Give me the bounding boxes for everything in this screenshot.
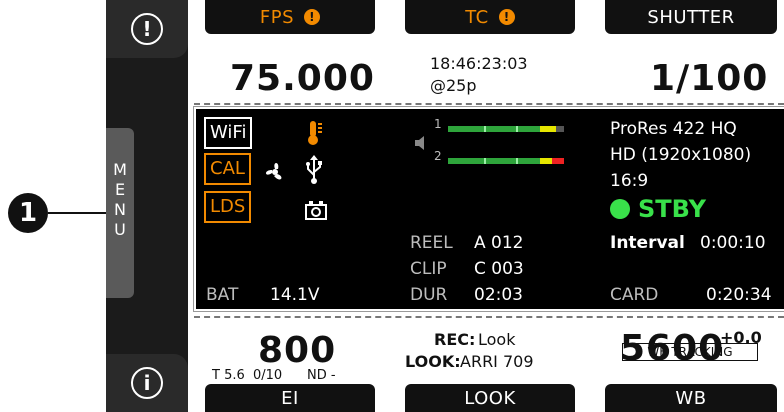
tc-pill[interactable]: TC !	[405, 0, 575, 34]
dur-value: 02:03	[474, 285, 523, 305]
lds-badge: LDS	[204, 191, 252, 223]
audio-meter-2	[448, 158, 540, 164]
look-button[interactable]: LOOK	[405, 384, 575, 412]
tc-label: TC	[465, 6, 489, 28]
ei-value: 800	[258, 330, 337, 371]
dur-label: DUR	[410, 285, 448, 305]
meter-tick	[484, 158, 486, 164]
cal-badge: CAL	[204, 153, 251, 185]
callout-number: 1	[8, 193, 48, 233]
meter-peak-yellow	[540, 158, 552, 164]
wb-button[interactable]: WB	[605, 384, 777, 412]
clip-label: CLIP	[410, 259, 447, 279]
shutter-value: 1/100	[650, 58, 769, 99]
interval-label: Interval	[610, 233, 685, 253]
fps-label: FPS	[259, 6, 295, 28]
audio-ch1-label: 1	[434, 117, 442, 131]
alert-button[interactable]: !	[106, 0, 188, 58]
shutter-pill[interactable]: SHUTTER	[605, 0, 777, 34]
tc-rate: @25p	[430, 76, 477, 95]
meter-peak-red	[552, 158, 564, 164]
menu-letter: E	[114, 180, 126, 199]
menu-letter: U	[114, 220, 126, 239]
status-dot	[610, 199, 630, 219]
meter-tick	[484, 126, 486, 132]
rec-label: REC:	[434, 330, 476, 349]
usb-icon	[306, 155, 322, 184]
fps-pill[interactable]: FPS !	[205, 0, 375, 34]
rec-value: Look	[478, 330, 516, 349]
thermometer-icon	[308, 121, 322, 145]
resolution: HD (1920x1080)	[610, 145, 752, 165]
card-label: CARD	[610, 285, 659, 305]
tc-value: 18:46:23:03	[430, 54, 528, 73]
info-button[interactable]: i	[106, 354, 188, 412]
ei-detail: T 5.6 0/10 ND -	[212, 368, 336, 383]
clip-value: C 003	[474, 259, 524, 279]
camera-icon	[305, 201, 327, 220]
record-status: STBY	[610, 195, 706, 223]
meter-tick	[516, 158, 518, 164]
reel-label: REEL	[410, 233, 453, 253]
wb-tracking-badge: WB TRACKING	[622, 343, 758, 361]
shutter-label: SHUTTER	[647, 6, 735, 28]
reel-value: A 012	[474, 233, 524, 253]
ei-label: EI	[281, 387, 299, 409]
meter-headroom	[556, 126, 564, 132]
ei-button[interactable]: EI	[205, 384, 375, 412]
interval-value: 0:00:10	[700, 233, 766, 253]
look-value: ARRI 709	[460, 352, 534, 371]
menu-label: M E N U	[113, 160, 127, 240]
look-button-label: LOOK	[464, 387, 516, 409]
look-label: LOOK:	[405, 352, 461, 371]
wifi-badge: WiFi	[204, 117, 253, 149]
wb-label: WB	[675, 387, 707, 409]
card-value: 0:20:34	[706, 285, 772, 305]
meter-peak-yellow	[540, 126, 556, 132]
exclamation-icon: !	[131, 13, 163, 45]
audio-meter-1	[448, 126, 540, 132]
fps-value: 75.000	[230, 58, 375, 99]
divider-top	[194, 103, 784, 105]
info-icon: i	[131, 367, 163, 399]
warning-icon: !	[304, 9, 321, 25]
codec: ProRes 422 HQ	[610, 119, 737, 139]
fan-icon	[265, 163, 282, 180]
battery-label: BAT	[206, 285, 239, 305]
divider-bottom	[194, 316, 784, 318]
battery-value: 14.1V	[270, 285, 320, 305]
menu-letter: M	[113, 160, 127, 179]
audio-ch2-label: 2	[434, 149, 442, 163]
aspect-ratio: 16:9	[610, 171, 649, 191]
warning-icon: !	[498, 9, 515, 25]
status-text: STBY	[638, 195, 707, 223]
menu-letter: N	[114, 200, 126, 219]
meter-tick	[516, 126, 518, 132]
speaker-icon	[415, 136, 424, 150]
status-panel: WiFi CAL LDS 1 2 ProRes 422 HQ HD (1920x…	[193, 106, 784, 312]
